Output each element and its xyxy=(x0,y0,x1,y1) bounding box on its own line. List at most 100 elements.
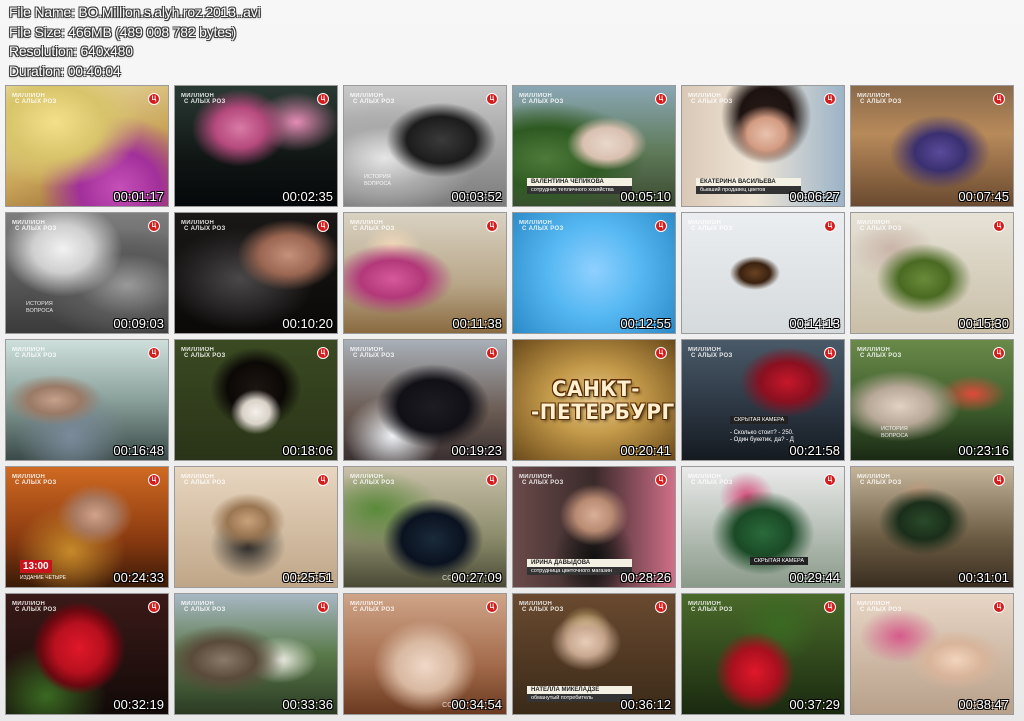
channel-logo-icon: Ц xyxy=(655,474,667,486)
timestamp: 00:27:09 xyxy=(451,570,502,585)
channel-logo-icon: Ц xyxy=(824,93,836,105)
show-logo-line: С АЛЫХ РОЗ xyxy=(353,99,395,105)
thumbnail[interactable]: МИЛЛИОН С АЛЫХ РОЗ Ц 00:25:51 xyxy=(174,466,338,588)
thumbnail[interactable]: МИЛЛИОН С АЛЫХ РОЗ Ц 00:32:19 xyxy=(5,593,169,715)
show-logo: МИЛЛИОН С АЛЫХ РОЗ xyxy=(181,347,229,359)
thumbnail[interactable]: МИЛЛИОН С АЛЫХ РОЗ Ц ВАЛЕНТИНА ЧЕПИКОВА сотр… xyxy=(512,85,676,207)
show-logo-line: С АЛЫХ РОЗ xyxy=(522,226,564,232)
thumbnail[interactable]: МИЛЛИОН С АЛЫХ РОЗ Ц 00:18:06 xyxy=(174,339,338,461)
thumbnail[interactable]: МИЛЛИОН С АЛЫХ РОЗ Ц ЕКАТЕРИНА ВАСИЛЬЕВА быв… xyxy=(681,85,845,207)
thumbnail[interactable]: МИЛЛИОН С АЛЫХ РОЗ Ц ИРИНА ДАВЫДОВА сотрудни… xyxy=(512,466,676,588)
show-logo-line: С АЛЫХ РОЗ xyxy=(522,99,564,105)
thumbnail[interactable]: МИЛЛИОН С АЛЫХ РОЗ Ц 00:31:01 xyxy=(850,466,1014,588)
timestamp: 00:06:27 xyxy=(789,189,840,204)
thumbnail[interactable]: МИЛЛИОН С АЛЫХ РОЗ Ц 00:07:45 xyxy=(850,85,1014,207)
file-info: File Name: BO.Million.s.alyh.roz.2013..a… xyxy=(9,3,261,81)
show-logo: МИЛЛИОН С АЛЫХ РОЗ xyxy=(181,93,229,105)
timestamp: 00:36:12 xyxy=(620,697,671,712)
channel-logo-icon: Ц xyxy=(993,347,1005,359)
thumbnail[interactable]: Ц САНКТ- -ПЕТЕРБУРГ 00:20:41 xyxy=(512,339,676,461)
timestamp: 00:07:45 xyxy=(958,189,1009,204)
channel-logo-icon: Ц xyxy=(317,93,329,105)
caption-role: сотрудница цветочного магазин xyxy=(527,567,632,575)
thumbnail[interactable]: МИЛЛИОН С АЛЫХ РОЗ Ц 00:16:48 xyxy=(5,339,169,461)
name-caption: НАТЕЛЛА МИКЕЛАДЗЕ обманутый потребитель xyxy=(527,686,632,702)
channel-logo-icon: Ц xyxy=(486,93,498,105)
show-logo-line: С АЛЫХ РОЗ xyxy=(15,353,57,359)
thumbnail[interactable]: МИЛЛИОН С АЛЫХ РОЗ Ц 00:19:23 xyxy=(343,339,507,461)
thumbnail[interactable]: МИЛЛИОН С АЛЫХ РОЗ Ц 00:15:30 xyxy=(850,212,1014,334)
show-logo: МИЛЛИОН С АЛЫХ РОЗ xyxy=(350,93,398,105)
channel-logo-icon: Ц xyxy=(824,347,836,359)
clock-subtitle: ИЗДАНИЕ ЧЕТЫРЕ xyxy=(20,575,67,581)
thumbnail[interactable]: МИЛЛИОН С АЛЫХ РОЗ Ц 00:38:47 xyxy=(850,593,1014,715)
show-logo-line: С АЛЫХ РОЗ xyxy=(691,480,733,486)
channel-logo-icon: Ц xyxy=(148,347,160,359)
show-logo: МИЛЛИОН С АЛЫХ РОЗ xyxy=(857,474,905,486)
timestamp: 00:15:30 xyxy=(958,316,1009,331)
subtitle-line: - Один букетик, да? - Д xyxy=(730,437,794,443)
timestamp: 00:31:01 xyxy=(958,570,1009,585)
channel-logo-icon: Ц xyxy=(993,474,1005,486)
timestamp: 00:29:44 xyxy=(789,570,840,585)
thumbnail[interactable]: МИЛЛИОН С АЛЫХ РОЗ Ц СКРЫТАЯ КАМЕРА 00:29:44 xyxy=(681,466,845,588)
show-logo: МИЛЛИОН С АЛЫХ РОЗ xyxy=(688,220,736,232)
show-logo: МИЛЛИОН С АЛЫХ РОЗ xyxy=(688,347,736,359)
caption-name: НАТЕЛЛА МИКЕЛАДЗЕ xyxy=(527,686,632,694)
channel-logo-icon: Ц xyxy=(993,220,1005,232)
thumbnail[interactable]: МИЛЛИОН С АЛЫХ РОЗ Ц СОВ 00:27:09 xyxy=(343,466,507,588)
channel-logo-icon: Ц xyxy=(655,93,667,105)
show-logo: МИЛЛИОН С АЛЫХ РОЗ xyxy=(12,347,60,359)
thumbnail[interactable]: МИЛЛИОН С АЛЫХ РОЗ Ц 13:00 ИЗДАНИЕ ЧЕТЫРЕ 00:… xyxy=(5,466,169,588)
thumbnail[interactable]: МИЛЛИОН С АЛЫХ РОЗ Ц 00:37:29 xyxy=(681,593,845,715)
channel-logo-icon: Ц xyxy=(148,93,160,105)
thumbnail[interactable]: МИЛЛИОН С АЛЫХ РОЗ Ц СКРЫТАЯ КАМЕРА - Скольк… xyxy=(681,339,845,461)
thumbnail[interactable]: МИЛЛИОН С АЛЫХ РОЗ Ц ИСТОРИЯ ВОПРОСА 00:03:52 xyxy=(343,85,507,207)
timestamp: 00:09:03 xyxy=(113,316,164,331)
timestamp: 00:03:52 xyxy=(451,189,502,204)
show-logo: МИЛЛИОН С АЛЫХ РОЗ xyxy=(12,220,60,232)
history-tagline-line: ВОПРОСА xyxy=(26,307,54,314)
show-logo: МИЛЛИОН С АЛЫХ РОЗ xyxy=(350,220,398,232)
thumbnail[interactable]: МИЛЛИОН С АЛЫХ РОЗ Ц 00:02:35 xyxy=(174,85,338,207)
thumbnail[interactable]: МИЛЛИОН С АЛЫХ РОЗ Ц ИСТОРИЯ ВОПРОСА 00:09:03 xyxy=(5,212,169,334)
history-tagline-line: ИСТОРИЯ xyxy=(26,301,53,307)
timestamp: 00:37:29 xyxy=(789,697,840,712)
show-logo: МИЛЛИОН С АЛЫХ РОЗ xyxy=(688,601,736,613)
thumbnail[interactable]: МИЛЛИОН С АЛЫХ РОЗ Ц 00:10:20 xyxy=(174,212,338,334)
file-name: File Name: BO.Million.s.alyh.roz.2013..a… xyxy=(9,4,261,20)
show-logo: МИЛЛИОН С АЛЫХ РОЗ xyxy=(519,601,567,613)
name-caption: ИРИНА ДАВЫДОВА сотрудница цветочного мага… xyxy=(527,559,632,575)
show-logo-line: С АЛЫХ РОЗ xyxy=(691,226,733,232)
channel-logo-icon: Ц xyxy=(148,601,160,613)
thumbnail[interactable]: МИЛЛИОН С АЛЫХ РОЗ Ц 00:33:36 xyxy=(174,593,338,715)
timestamp: 00:38:47 xyxy=(958,697,1009,712)
show-logo-line: С АЛЫХ РОЗ xyxy=(184,480,226,486)
channel-logo-icon: Ц xyxy=(148,474,160,486)
thumbnail[interactable]: МИЛЛИОН С АЛЫХ РОЗ Ц 00:11:38 xyxy=(343,212,507,334)
show-logo-line: С АЛЫХ РОЗ xyxy=(691,99,733,105)
thumbnail[interactable]: МИЛЛИОН С АЛЫХ РОЗ Ц ИСТОРИЯ ВОПРОСА 00:23:16 xyxy=(850,339,1014,461)
timestamp: 00:14:13 xyxy=(789,316,840,331)
show-logo-line: С АЛЫХ РОЗ xyxy=(353,353,395,359)
thumbnail[interactable]: МИЛЛИОН С АЛЫХ РОЗ Ц НАТЕЛЛА МИКЕЛАДЗЕ обман… xyxy=(512,593,676,715)
caption-role: обманутый потребитель xyxy=(527,694,632,702)
show-logo: МИЛЛИОН С АЛЫХ РОЗ xyxy=(688,474,736,486)
thumbnail[interactable]: МИЛЛИОН С АЛЫХ РОЗ Ц 00:14:13 xyxy=(681,212,845,334)
channel-logo-icon: Ц xyxy=(148,220,160,232)
show-logo: МИЛЛИОН С АЛЫХ РОЗ xyxy=(181,220,229,232)
show-logo-line: С АЛЫХ РОЗ xyxy=(184,353,226,359)
timestamp: 00:10:20 xyxy=(282,316,333,331)
thumbnail[interactable]: МИЛЛИОН С АЛЫХ РОЗ Ц 00:12:55 xyxy=(512,212,676,334)
show-logo: МИЛЛИОН С АЛЫХ РОЗ xyxy=(12,601,60,613)
show-logo-line: С АЛЫХ РОЗ xyxy=(691,353,733,359)
thumbnail[interactable]: МИЛЛИОН С АЛЫХ РОЗ Ц СОВ 00:34:54 xyxy=(343,593,507,715)
show-logo: МИЛЛИОН С АЛЫХ РОЗ xyxy=(350,601,398,613)
timestamp: 00:05:10 xyxy=(620,189,671,204)
history-tagline: ИСТОРИЯ ВОПРОСА xyxy=(881,426,908,439)
channel-logo-icon: Ц xyxy=(824,220,836,232)
channel-logo-icon: Ц xyxy=(486,220,498,232)
thumbnail[interactable]: МИЛЛИОН С АЛЫХ РОЗ Ц 00:01:17 xyxy=(5,85,169,207)
show-logo-line: С АЛЫХ РОЗ xyxy=(353,480,395,486)
resolution: Resolution: 640x480 xyxy=(9,43,133,59)
